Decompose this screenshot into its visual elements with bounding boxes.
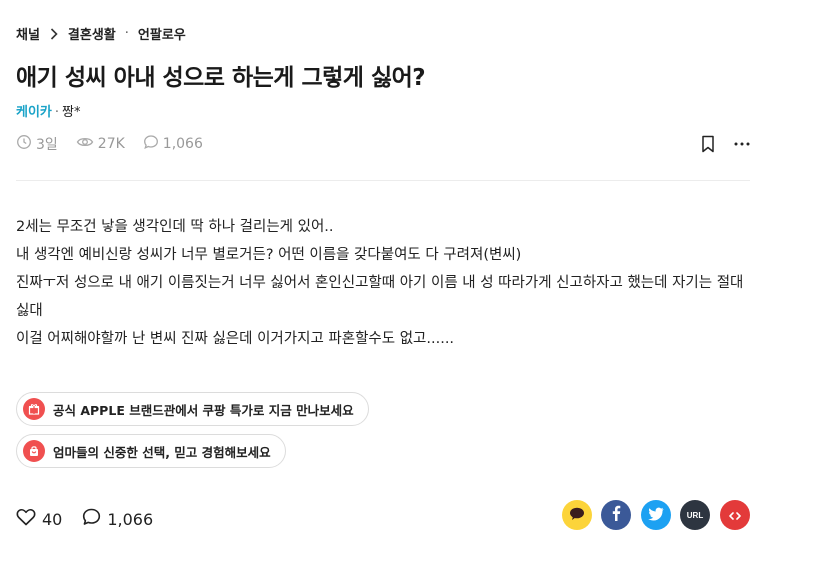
channel-name-link[interactable]: 케이카 bbox=[16, 105, 52, 120]
promo-link-moms[interactable]: 엄마들의 신중한 선택, 믿고 경험해보세요 bbox=[16, 434, 286, 468]
bookmark-icon[interactable] bbox=[698, 134, 718, 154]
page-title: 애기 성씨 아내 성으로 하는게 그렇게 싫어? bbox=[16, 65, 426, 91]
post-body-line: 진짜ㅜ저 성으로 내 애기 이름짓는거 너무 싫어서 혼인신고할때 아기 이름 … bbox=[16, 275, 749, 319]
post-body-line: 내 생각엔 예비신랑 성씨가 너무 별로거든? 어떤 이름을 갖다붙여도 다 구… bbox=[16, 247, 522, 263]
time-ago-text: 3일 bbox=[36, 137, 58, 153]
kakao-share-button[interactable] bbox=[562, 500, 592, 530]
url-label: URL bbox=[686, 510, 704, 520]
clock-icon bbox=[16, 134, 36, 154]
breadcrumb: 채널 결혼생활 · 언팔로우 bbox=[16, 24, 186, 43]
post-meta: 3일 27K 1,066 bbox=[16, 134, 221, 154]
facebook-icon bbox=[611, 505, 621, 525]
comment-bubble-icon bbox=[143, 134, 163, 154]
view-count-text: 27K bbox=[97, 136, 125, 152]
promo-link-apple[interactable]: 공식 APPLE 브랜드관에서 쿠팡 특가로 지금 만나보세요 bbox=[16, 392, 369, 426]
post-footer-actions: 40 1,066 bbox=[16, 508, 173, 530]
post-body-line: 2세는 무조건 낳을 생각인데 딱 하나 걸리는게 있어.. bbox=[16, 219, 334, 235]
more-options-icon[interactable] bbox=[732, 134, 752, 154]
kakao-talk-icon bbox=[569, 506, 585, 525]
eye-icon bbox=[76, 134, 98, 154]
comment-count: 1,066 bbox=[143, 134, 203, 154]
copy-url-button[interactable]: URL bbox=[680, 500, 710, 530]
like-count: 40 bbox=[42, 509, 63, 529]
twitter-share-button[interactable] bbox=[641, 500, 671, 530]
author-name[interactable]: 짱* bbox=[62, 105, 80, 120]
facebook-share-button[interactable] bbox=[601, 500, 631, 530]
twitter-bird-icon bbox=[648, 506, 664, 525]
shopping-bag-icon bbox=[23, 440, 45, 462]
post-actions bbox=[698, 134, 752, 154]
breadcrumb-channel-link[interactable]: 결혼생활 bbox=[68, 24, 116, 43]
post-body-line: 이걸 어찌해야할까 난 변씨 진짜 싫은데 이거가지고 파혼할수도 없고....… bbox=[16, 331, 455, 347]
chevron-right-icon bbox=[50, 27, 58, 40]
heart-icon bbox=[16, 508, 42, 530]
view-count: 27K bbox=[76, 134, 125, 154]
comment-button[interactable]: 1,066 bbox=[82, 508, 153, 530]
code-icon bbox=[729, 506, 741, 525]
comment-bubble-icon bbox=[82, 508, 107, 530]
like-button[interactable]: 40 bbox=[16, 508, 62, 530]
breadcrumb-root-link[interactable]: 채널 bbox=[16, 24, 40, 43]
breadcrumb-dot-separator: · bbox=[124, 26, 129, 41]
promo-label: 엄마들의 신중한 선택, 믿고 경험해보세요 bbox=[53, 444, 271, 460]
gift-icon bbox=[23, 398, 45, 420]
footer-comment-count: 1,066 bbox=[107, 509, 154, 529]
post-body: 2세는 무조건 낳을 생각인데 딱 하나 걸리는게 있어.. 내 생각엔 예비신… bbox=[16, 213, 750, 353]
comment-count-text: 1,066 bbox=[162, 136, 203, 152]
author-row: 케이카 · 짱* bbox=[16, 101, 81, 120]
time-ago: 3일 bbox=[16, 134, 58, 154]
embed-code-button[interactable] bbox=[720, 500, 750, 530]
promo-label: 공식 APPLE 브랜드관에서 쿠팡 특가로 지금 만나보세요 bbox=[53, 402, 354, 418]
header-divider bbox=[16, 180, 750, 181]
author-separator: · bbox=[54, 105, 60, 120]
unfollow-button[interactable]: 언팔로우 bbox=[138, 24, 186, 43]
